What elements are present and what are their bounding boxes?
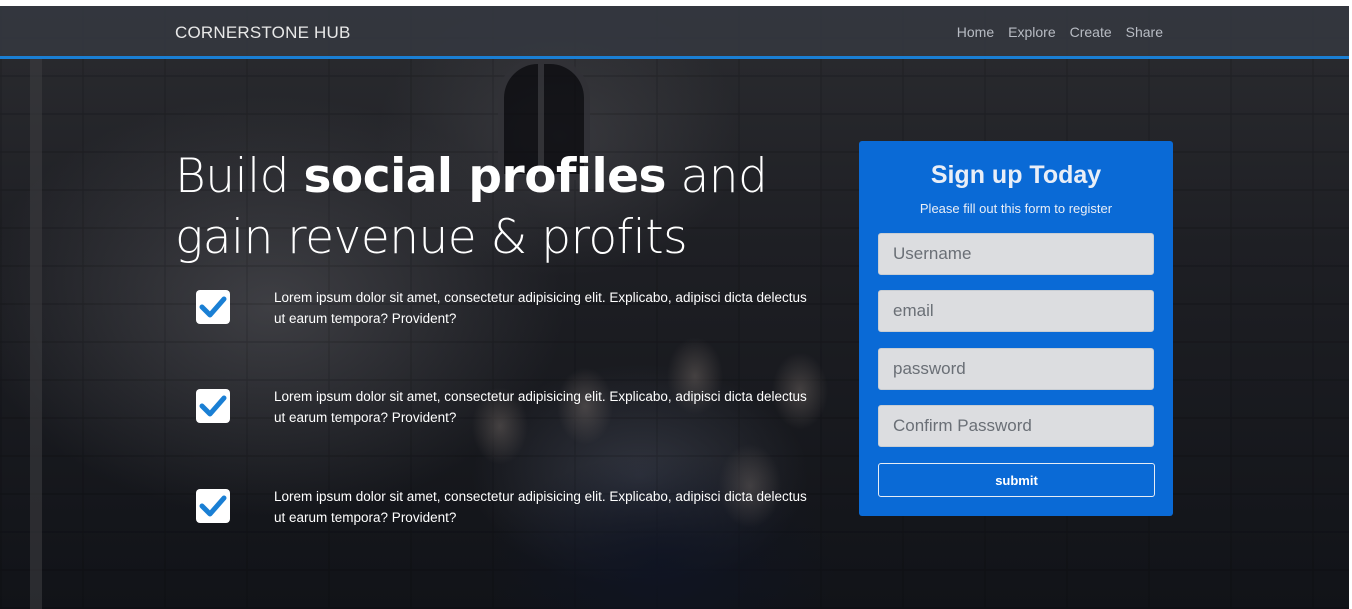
checkmark-icon [196, 389, 230, 423]
nav-links: Home Explore Create Share [957, 24, 1163, 40]
feature-item: Lorem ipsum dolor sit amet, consectetur … [196, 389, 816, 437]
feature-item: Lorem ipsum dolor sit amet, consectetur … [196, 489, 816, 537]
email-input[interactable] [878, 290, 1154, 332]
group-of-friends-photo [420, 336, 900, 609]
brand-logo[interactable]: CORNERSTONE HUB [175, 23, 351, 43]
headline-bold: social profiles [303, 149, 667, 204]
feature-text: Lorem ipsum dolor sit amet, consectetur … [274, 389, 807, 425]
checkmark-icon [196, 290, 230, 324]
confirm-password-input[interactable] [878, 405, 1154, 447]
signup-subtitle: Please fill out this form to register [919, 201, 1113, 216]
feature-text: Lorem ipsum dolor sit amet, consectetur … [274, 290, 807, 326]
nav-link-explore[interactable]: Explore [1008, 24, 1055, 40]
feature-text: Lorem ipsum dolor sit amet, consectetur … [274, 489, 807, 525]
navbar: CORNERSTONE HUB Home Explore Create Shar… [0, 6, 1349, 59]
headline-pre: Build [175, 149, 304, 204]
drain-pipe [30, 56, 42, 609]
feature-item: Lorem ipsum dolor sit amet, consectetur … [196, 290, 816, 338]
signup-title: Sign up Today [930, 161, 1102, 189]
hero-headline: Build social profiles and gain revenue &… [175, 146, 855, 268]
username-input[interactable] [878, 233, 1154, 275]
nav-link-share[interactable]: Share [1126, 24, 1163, 40]
submit-button[interactable]: submit [878, 463, 1155, 497]
checkmark-icon [196, 489, 230, 523]
password-input[interactable] [878, 348, 1154, 390]
signup-form: Sign up Today Please fill out this form … [859, 141, 1173, 516]
nav-link-home[interactable]: Home [957, 24, 994, 40]
nav-link-create[interactable]: Create [1070, 24, 1112, 40]
